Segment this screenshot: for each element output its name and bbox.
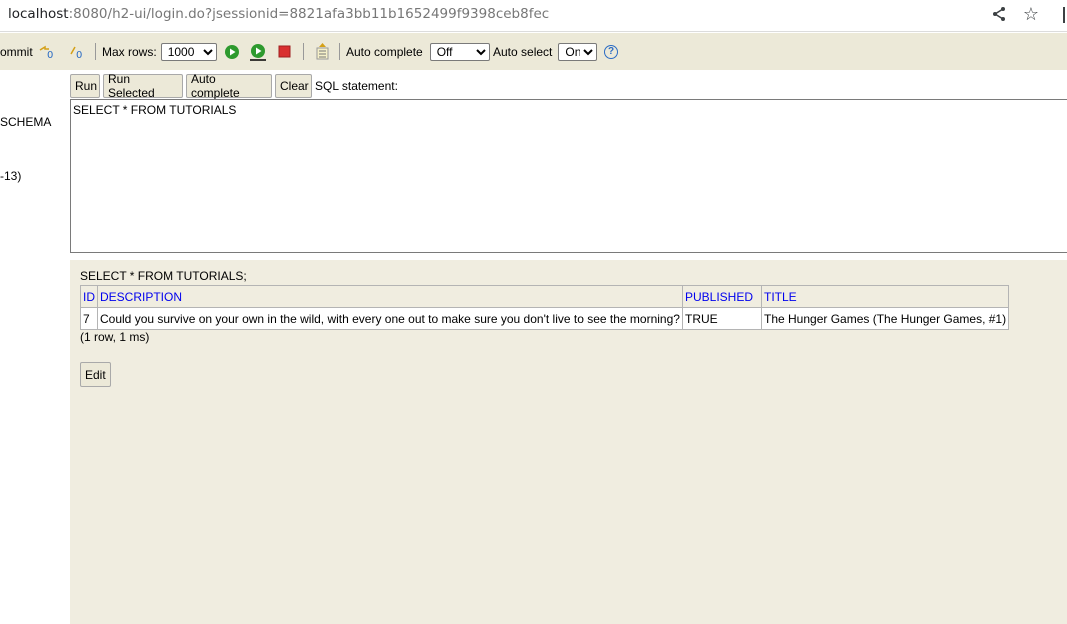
schema-tree-panel: SCHEMA -13) <box>0 70 70 624</box>
column-header-published[interactable]: PUBLISHED <box>682 285 762 308</box>
star-icon[interactable]: ☆ <box>1021 4 1041 24</box>
h2-toolbar: ommit 0 0 Max rows: 1000 Auto complete O… <box>0 33 1067 70</box>
tree-schema-item[interactable]: SCHEMA <box>0 115 51 129</box>
auto-complete-button[interactable]: Auto complete <box>186 72 272 100</box>
commit-button[interactable]: ommit <box>0 33 33 70</box>
toolbar-separator <box>303 43 304 60</box>
max-rows-control: Max rows: 1000 <box>102 33 217 70</box>
column-header-id[interactable]: ID <box>80 285 98 308</box>
svg-text:0: 0 <box>76 50 82 59</box>
commit-label: ommit <box>0 44 33 59</box>
run-button[interactable]: Run <box>70 74 100 98</box>
autocommit-icon[interactable]: 0 <box>68 33 86 70</box>
auto-select-label: Auto select <box>493 44 553 59</box>
result-table: ID DESCRIPTION PUBLISHED TITLE 7 Could y… <box>80 285 1010 330</box>
edit-button[interactable]: Edit <box>80 362 111 387</box>
cell-title: The Hunger Games (The Hunger Games, #1) <box>760 307 1010 330</box>
auto-complete-select[interactable]: Off <box>429 42 490 61</box>
toolbar-separator <box>339 43 340 60</box>
browser-address-bar: localhost:8080/h2-ui/login.do?jsessionid… <box>0 0 1067 32</box>
clear-button[interactable]: Clear <box>275 74 312 98</box>
table-row: 7 Could you survive on your own in the w… <box>80 307 1010 330</box>
table-header-row: ID DESCRIPTION PUBLISHED TITLE <box>80 285 1010 308</box>
column-header-description[interactable]: DESCRIPTION <box>97 285 683 308</box>
max-rows-select[interactable]: 1000 <box>160 42 217 61</box>
share-icon[interactable] <box>989 4 1009 24</box>
result-sql-echo: SELECT * FROM TUTORIALS; <box>80 269 247 283</box>
cell-id: 7 <box>80 307 98 330</box>
tree-version-item: -13) <box>0 169 22 183</box>
result-panel: SELECT * FROM TUTORIALS; ID DESCRIPTION … <box>70 260 1067 624</box>
stop-icon[interactable] <box>278 33 291 70</box>
auto-complete-label: Auto complete <box>346 44 423 59</box>
history-icon[interactable] <box>315 33 330 70</box>
help-icon[interactable]: ? <box>604 33 618 70</box>
url-path: :8080/h2-ui/login.do?jsessionid=8821afa3… <box>68 6 550 22</box>
query-panel: Run Run Selected Auto complete Clear SQL… <box>70 70 1067 260</box>
refresh-icon[interactable]: 0 <box>38 33 56 70</box>
auto-select-control: Auto select On <box>493 33 598 70</box>
toolbar-separator <box>95 43 96 60</box>
run-icon[interactable] <box>224 33 240 70</box>
row-count-info: (1 row, 1 ms) <box>80 330 150 344</box>
run-selected-button[interactable]: Run Selected <box>103 72 183 100</box>
url-host: localhost <box>8 6 69 22</box>
max-rows-label: Max rows: <box>102 44 157 59</box>
cell-published: TRUE <box>682 307 762 330</box>
run-selected-icon[interactable] <box>249 33 267 70</box>
column-header-title[interactable]: TITLE <box>760 285 1010 308</box>
url-field[interactable]: localhost:8080/h2-ui/login.do?jsessionid… <box>8 6 549 22</box>
help-glyph: ? <box>604 44 618 59</box>
sql-input[interactable]: SELECT * FROM TUTORIALS <box>70 99 1067 253</box>
auto-complete-control: Auto complete Off <box>346 33 490 70</box>
auto-select-select[interactable]: On <box>558 42 598 61</box>
cell-description: Could you survive on your own in the wil… <box>97 307 683 330</box>
extension-divider <box>1063 7 1065 23</box>
sql-statement-label: SQL statement: <box>315 79 398 93</box>
svg-text:0: 0 <box>47 50 53 59</box>
